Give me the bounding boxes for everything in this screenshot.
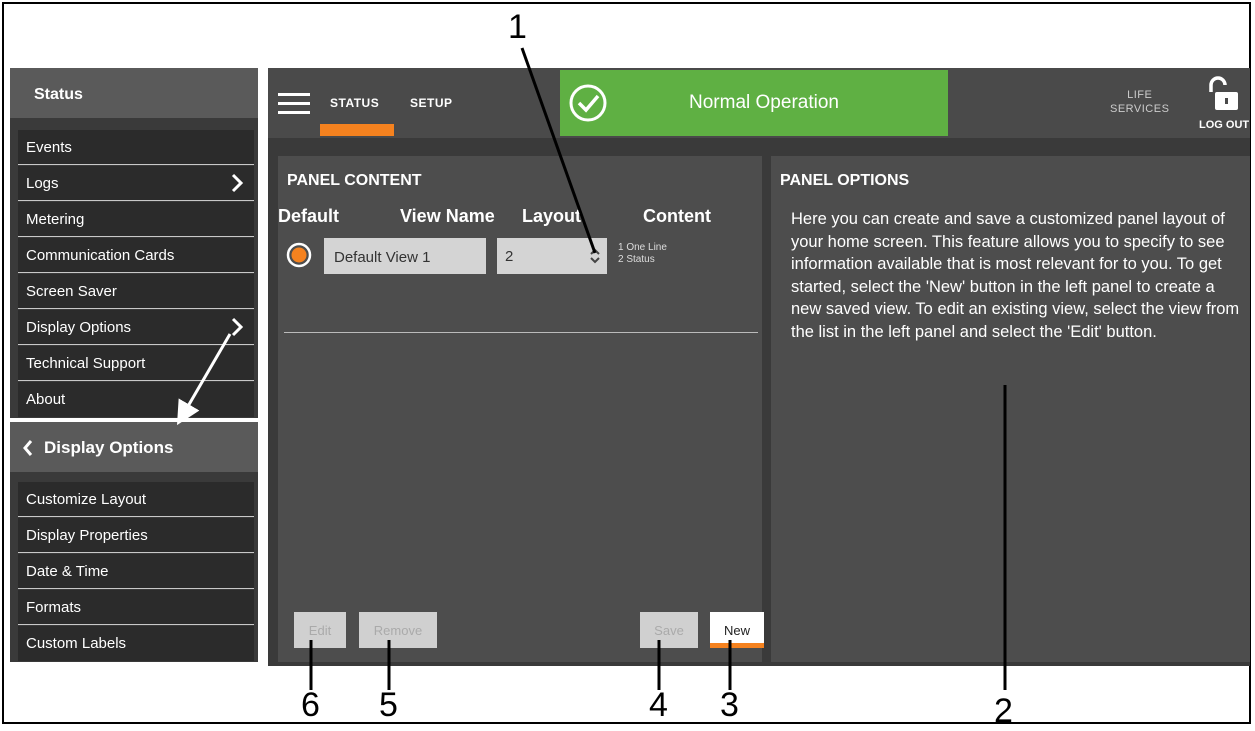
callout-number-3: 3 (720, 686, 739, 724)
callout-lines (176, 47, 1007, 690)
callout-arrow (176, 333, 232, 426)
callout-number-4: 4 (649, 686, 668, 724)
callout-number-1: 1 (508, 8, 527, 46)
callout-number-2: 2 (994, 692, 1013, 730)
callout-line-1 (520, 47, 597, 254)
callout-number-5: 5 (379, 686, 398, 724)
callout-number-6: 6 (301, 686, 320, 724)
